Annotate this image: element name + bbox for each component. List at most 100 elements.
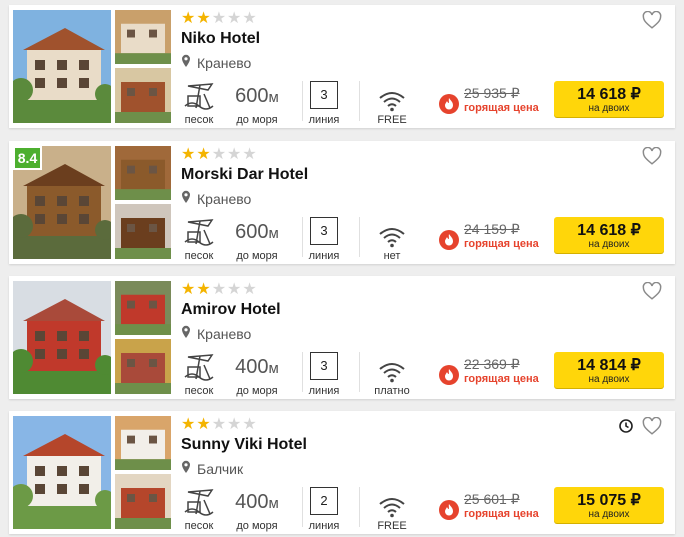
hotel-photo-thumb[interactable] [115, 10, 171, 64]
location-pin-icon [181, 54, 197, 71]
hotel-photo-thumb[interactable] [115, 416, 171, 470]
distance-label: до моря [236, 385, 278, 397]
heart-icon[interactable] [642, 10, 662, 34]
fire-icon [439, 230, 459, 255]
star-icon: ★ [211, 10, 228, 27]
beach-label: песок [184, 250, 214, 262]
distance-value: 600 [235, 85, 269, 107]
price-button[interactable]: 14 618 ₽ на двоих [554, 81, 664, 117]
star-rating: ★★★★★ [181, 11, 258, 27]
wifi-icon [369, 351, 415, 383]
hotel-card[interactable]: 8.4 ★★★★★ Morski Dar Hotel Кранево песок… [9, 141, 675, 264]
hotel-photo-thumb[interactable] [115, 474, 171, 529]
hotel-main-photo[interactable] [13, 10, 111, 123]
star-rating: ★★★★★ [181, 417, 258, 433]
divider [359, 81, 360, 121]
old-price: 22 369 ₽ [464, 356, 520, 372]
price-per-label: на двоих [588, 103, 630, 114]
price-button[interactable]: 14 814 ₽ на двоих [554, 352, 664, 388]
hotel-card[interactable]: ★★★★★ Amirov Hotel Кранево песок 400м до… [9, 276, 675, 399]
hotel-photos[interactable]: 8.4 [13, 146, 171, 259]
hotel-photo-thumb[interactable] [115, 204, 171, 259]
hotel-photo-thumb[interactable] [115, 68, 171, 123]
hotel-main-photo[interactable] [13, 416, 111, 529]
star-icon: ★ [181, 10, 197, 27]
location-pin-icon [181, 190, 197, 207]
wifi-icon [369, 486, 415, 518]
beach-icon [181, 80, 217, 112]
beach-type: песок [181, 216, 217, 262]
divider [359, 352, 360, 392]
wifi-label: платно [374, 385, 410, 397]
wifi-label: FREE [377, 520, 407, 532]
line-label: линия [308, 250, 340, 262]
hotel-photo-thumb[interactable] [115, 339, 171, 394]
price-value: 14 618 ₽ [577, 222, 641, 239]
star-icon: ★ [181, 281, 197, 298]
heart-icon[interactable] [642, 281, 662, 305]
hotel-name[interactable]: Sunny Viki Hotel [181, 436, 307, 454]
price-per-label: на двоих [588, 509, 630, 520]
clock-icon [619, 419, 633, 438]
beach-icon [181, 351, 217, 383]
hotel-photos[interactable] [13, 10, 171, 123]
fire-icon [439, 94, 459, 119]
hotel-location: Кранево [181, 325, 251, 342]
star-icon: ★ [227, 146, 243, 163]
line-label: линия [308, 114, 340, 126]
hotel-photos[interactable] [13, 281, 171, 394]
price-per-label: на двоих [588, 239, 630, 250]
distance-unit: м [268, 360, 279, 377]
distance-value: 400 [235, 356, 269, 378]
wifi-icon [369, 80, 415, 112]
beach-label: песок [184, 114, 214, 126]
hotel-photo-thumb[interactable] [115, 146, 171, 200]
hot-price-label: горящая цена [464, 102, 539, 114]
line-label: линия [308, 385, 340, 397]
star-icon: ★ [211, 146, 228, 163]
price-per-label: на двоих [588, 374, 630, 385]
star-icon: ★ [196, 416, 212, 433]
heart-icon[interactable] [642, 416, 662, 440]
star-icon: ★ [211, 416, 228, 433]
heart-icon[interactable] [642, 146, 662, 170]
hotel-name[interactable]: Niko Hotel [181, 30, 260, 48]
location-pin-icon [181, 325, 197, 342]
location-pin-icon [181, 460, 197, 477]
beach-type: песок [181, 80, 217, 126]
beach-line: 3 линия [303, 216, 345, 262]
star-icon: ★ [242, 146, 258, 163]
price-button[interactable]: 15 075 ₽ на двоих [554, 487, 664, 523]
distance-unit: м [268, 225, 279, 242]
beach-icon [181, 486, 217, 518]
hotel-photo-thumb[interactable] [115, 281, 171, 335]
star-icon: ★ [242, 281, 258, 298]
line-number: 3 [310, 217, 338, 245]
beach-line: 3 линия [303, 351, 345, 397]
distance-label: до моря [236, 250, 278, 262]
price-button[interactable]: 14 618 ₽ на двоих [554, 217, 664, 253]
star-icon: ★ [181, 146, 197, 163]
line-number: 2 [310, 487, 338, 515]
hotel-location: Балчик [181, 460, 243, 477]
beach-icon [181, 216, 217, 248]
star-icon: ★ [227, 281, 243, 298]
hotel-main-photo[interactable] [13, 281, 111, 394]
hotel-main-photo[interactable]: 8.4 [13, 146, 111, 259]
star-icon: ★ [227, 10, 243, 27]
rating-badge: 8.4 [13, 146, 42, 170]
star-icon: ★ [242, 10, 258, 27]
beach-line: 2 линия [303, 486, 345, 532]
sea-distance: 600м до моря [229, 80, 285, 126]
hotel-card[interactable]: ★★★★★ Niko Hotel Кранево песок 600м до м… [9, 5, 675, 128]
beach-type: песок [181, 486, 217, 532]
star-icon: ★ [227, 416, 243, 433]
price-value: 14 618 ₽ [577, 86, 641, 103]
hotel-photos[interactable] [13, 416, 171, 529]
beach-line: 3 линия [303, 80, 345, 126]
hotel-name[interactable]: Morski Dar Hotel [181, 166, 308, 184]
hotel-name[interactable]: Amirov Hotel [181, 301, 281, 319]
hotel-card[interactable]: ★★★★★ Sunny Viki Hotel Балчик песок 400м… [9, 411, 675, 534]
location-label: Балчик [197, 460, 244, 477]
hot-price-label: горящая цена [464, 238, 539, 250]
